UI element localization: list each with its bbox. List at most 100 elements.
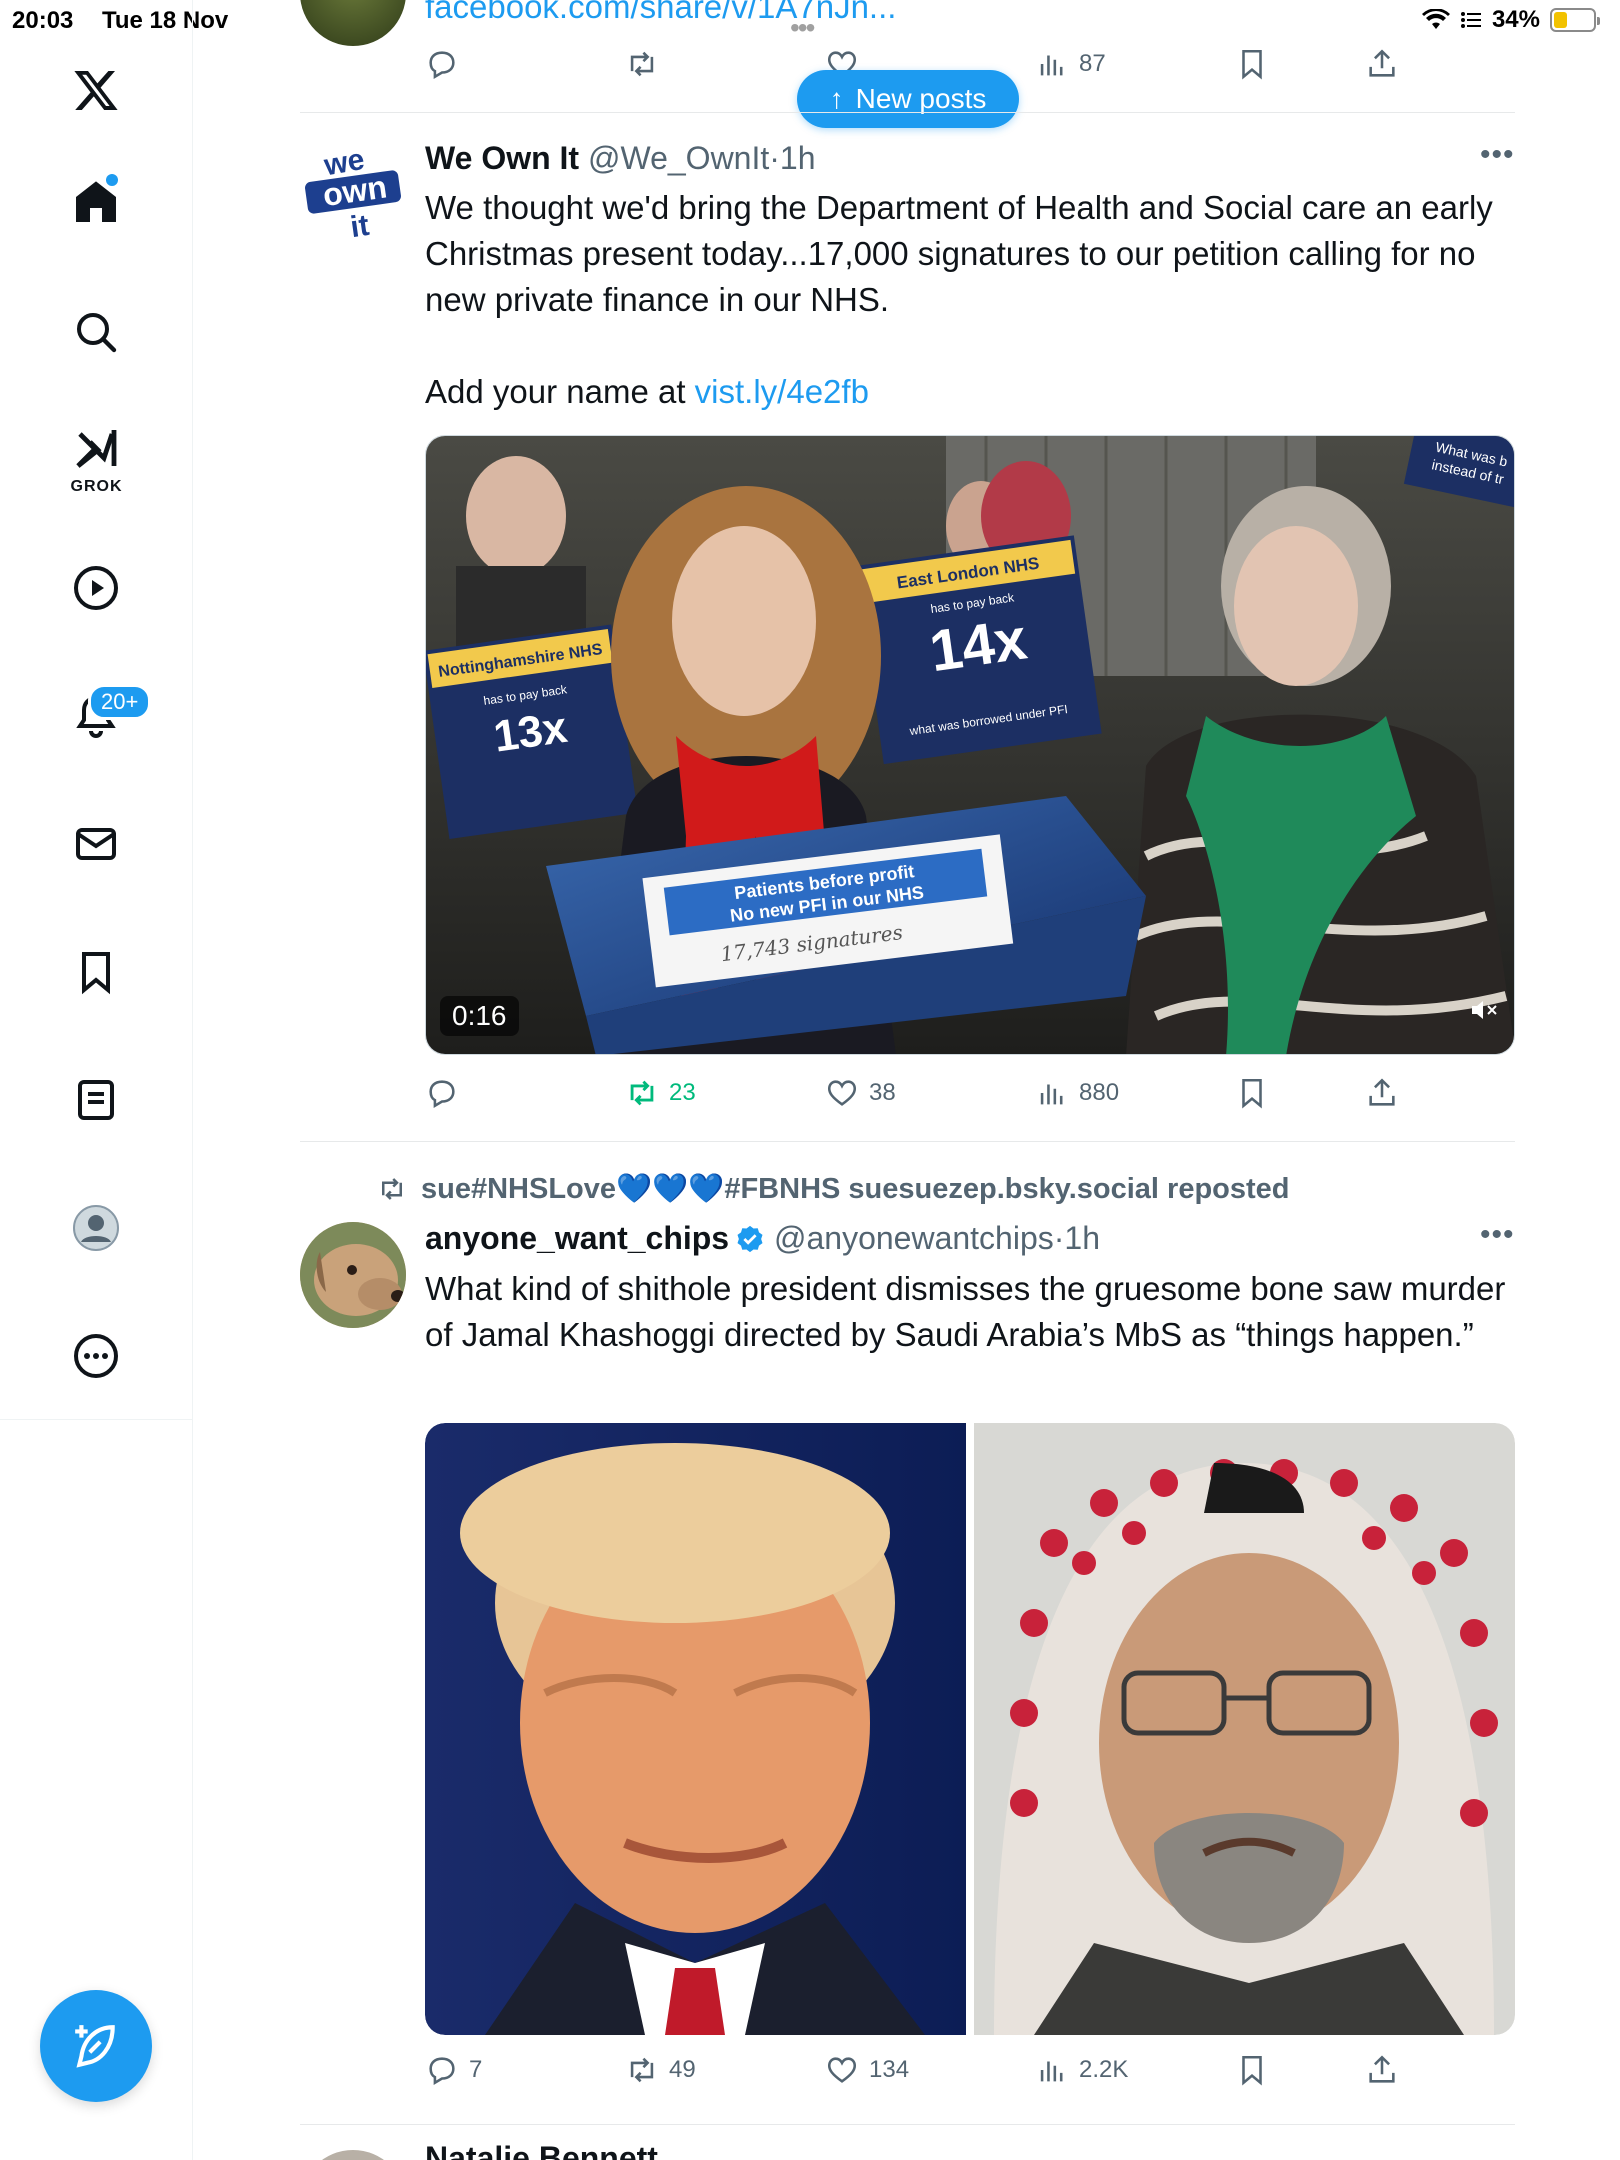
views-button[interactable]: 880 [1035, 1071, 1119, 1115]
post-video[interactable]: Nottinghamshire NHS has to pay back 13x … [425, 435, 1515, 1055]
notifications-badge: 20+ [88, 684, 152, 720]
svg-text:13x: 13x [491, 703, 571, 762]
author-name[interactable]: We Own It [425, 140, 579, 176]
reply-button[interactable] [425, 1071, 459, 1115]
post-time[interactable]: 1h [780, 140, 816, 176]
bookmark-icon [1242, 1078, 1262, 1109]
drag-handle-icon[interactable]: ••• [790, 12, 815, 44]
post-divider [300, 1141, 1515, 1142]
bookmarks-icon[interactable] [56, 932, 136, 1012]
bookmark-icon [1242, 2055, 1262, 2086]
avatar[interactable] [300, 1222, 406, 1328]
portrait-image [974, 1423, 1515, 2035]
post-divider [300, 2124, 1515, 2125]
video-icon[interactable] [56, 548, 136, 628]
video-duration: 0:16 [440, 996, 519, 1036]
arrow-up-icon: ↑ [829, 83, 844, 114]
new-posts-label: New posts [855, 83, 987, 114]
lists-icon[interactable] [56, 1060, 136, 1140]
share-icon [1369, 49, 1395, 77]
battery-icon [1550, 8, 1600, 32]
post-image-left[interactable] [425, 1423, 966, 2035]
like-button[interactable]: 38 [825, 1071, 896, 1115]
like-count: 134 [869, 2056, 910, 2083]
profile-icon[interactable] [56, 1188, 136, 1268]
more-icon[interactable] [56, 1316, 136, 1396]
messages-icon[interactable] [56, 804, 136, 884]
repost-icon [382, 1178, 402, 1200]
post-text-body: We thought we'd bring the Department of … [425, 189, 1493, 318]
post-actions: 7 49 134 2.2K [425, 2048, 1425, 2092]
repost-button[interactable]: 23 [625, 1071, 696, 1115]
next-post-avatar[interactable] [300, 2150, 406, 2160]
bookmark-button[interactable] [1235, 42, 1269, 86]
author-handle[interactable]: @We_OwnIt [588, 140, 769, 176]
author-handle[interactable]: @anyonewantchips [774, 1220, 1054, 1256]
status-indicators: 34% [1421, 6, 1600, 34]
next-post-author[interactable]: Natalie Bennett [425, 2140, 658, 2160]
post-menu-button[interactable]: ••• [1480, 1218, 1515, 1252]
we-own-it-logo: we own it [300, 138, 406, 244]
reply-icon [429, 51, 455, 80]
repost-icon [630, 2057, 654, 2083]
reply-button[interactable]: 7 [425, 2048, 482, 2092]
heart-icon [827, 1080, 857, 1106]
repost-count: 23 [669, 1079, 696, 1106]
views-icon [1040, 55, 1063, 76]
share-button[interactable] [1365, 2048, 1399, 2092]
post-text-prefix: Add your name at [425, 373, 686, 410]
heart-icon [827, 2057, 857, 2083]
video-frame: Nottinghamshire NHS has to pay back 13x … [426, 436, 1514, 1054]
author-name[interactable]: anyone_want_chips [425, 1220, 729, 1256]
repost-icon [630, 51, 654, 77]
post-images [425, 1423, 1515, 2035]
post-text-call: Add your name at vist.ly/4e2fb [425, 369, 1515, 415]
repost-icon [630, 1080, 654, 1106]
x-logo-icon[interactable] [56, 50, 136, 130]
previous-post-link[interactable]: facebook.com/share/v/1A7nJn... [425, 0, 896, 26]
header-separator: · [1053, 1220, 1065, 1256]
dog-avatar-image [300, 1222, 406, 1328]
sidebar-divider [0, 1419, 193, 1420]
mute-icon[interactable] [1470, 998, 1500, 1028]
views-icon [1040, 1084, 1063, 1105]
repost-context: sue#NHSLove💙💙💙#FBNHS suesuezep.bsky.soci… [377, 1172, 1290, 1206]
grok-label: GROK [70, 478, 123, 495]
repost-button[interactable] [625, 42, 659, 86]
post-image-right[interactable] [974, 1423, 1515, 2035]
post-time[interactable]: 1h [1064, 1220, 1100, 1256]
battery-percent: 34% [1491, 6, 1540, 33]
compose-feather-icon [75, 2025, 115, 2068]
verified-badge-icon [737, 1225, 763, 1253]
bookmark-icon [1242, 49, 1262, 80]
views-count: 880 [1079, 1079, 1120, 1106]
reply-button[interactable] [425, 42, 459, 86]
like-button[interactable]: 134 [825, 2048, 909, 2092]
share-button[interactable] [1365, 42, 1399, 86]
search-icon[interactable] [56, 292, 136, 372]
repost-button[interactable]: 49 [625, 2048, 696, 2092]
views-button[interactable]: 87 [1035, 42, 1106, 86]
post-text: What kind of shithole president dismisse… [425, 1270, 1506, 1353]
bookmark-button[interactable] [1235, 2048, 1269, 2092]
new-posts-button[interactable]: ↑ New posts [797, 70, 1019, 128]
compose-post-button[interactable] [40, 1990, 152, 2102]
svg-text:14x: 14x [926, 606, 1031, 684]
reply-icon [429, 2057, 455, 2086]
repost-count: 49 [669, 2056, 696, 2083]
post-link[interactable]: vist.ly/4e2fb [695, 373, 869, 410]
home-unread-dot [106, 174, 118, 186]
tweet-header: anyone_want_chips @anyonewantchips·1h [425, 1220, 1100, 1257]
share-button[interactable] [1365, 1071, 1399, 1115]
post-menu-button[interactable]: ••• [1480, 138, 1515, 172]
home-icon[interactable] [56, 162, 136, 242]
repost-context-text[interactable]: sue#NHSLove💙💙💙#FBNHS suesuezep.bsky.soci… [421, 1172, 1290, 1206]
views-button[interactable]: 2.2K [1035, 2048, 1128, 2092]
focus-list-icon [1460, 12, 1481, 28]
views-count: 87 [1079, 50, 1106, 77]
avatar[interactable]: we own it [300, 138, 406, 244]
header-separator: · [769, 140, 780, 176]
wifi-icon [1421, 9, 1450, 29]
bookmark-button[interactable] [1235, 1071, 1269, 1115]
